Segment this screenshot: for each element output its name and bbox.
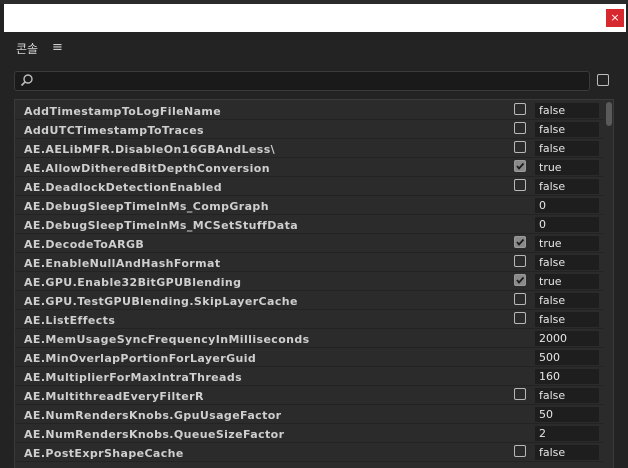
setting-name: AE.MemUsageSyncFrequencyInMilliseconds: [24, 333, 310, 346]
hamburger-menu-icon[interactable]: ≡: [52, 40, 63, 55]
checkmark-icon: [516, 238, 525, 246]
setting-value-field[interactable]: 0: [535, 217, 599, 232]
setting-checkbox[interactable]: [514, 103, 526, 115]
setting-name: AE.DebugSleepTimeInMs_CompGraph: [24, 200, 269, 213]
setting-value-field[interactable]: 0: [535, 198, 599, 213]
setting-name: AE.ListEffects: [24, 314, 116, 327]
setting-name: AE.AllowDitheredBitDepthConversion: [24, 162, 270, 175]
setting-checkbox[interactable]: [514, 160, 526, 172]
setting-row[interactable]: AE.NumRendersKnobs.GpuUsageFactor 50: [15, 405, 603, 424]
setting-value-field[interactable]: true: [535, 236, 599, 251]
panel-title: 콘솔: [16, 42, 39, 56]
setting-name: AE.EnableNullAndHashFormat: [24, 257, 221, 270]
setting-row[interactable]: AE.MultithreadEveryFilterR false: [15, 386, 603, 405]
title-bar: [4, 4, 626, 32]
setting-name: AE.PostExprShapeCache: [24, 447, 184, 460]
setting-name: AE.MultiplierForMaxIntraThreads: [24, 371, 243, 384]
setting-value-field[interactable]: 160: [535, 369, 599, 384]
setting-name: AE.DebugSleepTimeInMs_MCSetStuffData: [24, 219, 299, 232]
setting-row[interactable]: AE.DebugSleepTimeInMs_CompGraph 0: [15, 196, 603, 215]
setting-value-field[interactable]: false: [535, 103, 599, 118]
setting-value-field[interactable]: true: [535, 160, 599, 175]
setting-row[interactable]: AE.NumRendersKnobs.QueueSizeFactor 2: [15, 424, 603, 443]
setting-row[interactable]: AE.MemUsageSyncFrequencyInMilliseconds 20…: [15, 329, 603, 348]
setting-row[interactable]: AE.GPU.TestGPUBlending.SkipLayerCache fal…: [15, 291, 603, 310]
search-input[interactable]: [14, 71, 590, 91]
setting-name: AE.DecodeToARGB: [24, 238, 145, 251]
setting-name: AE.NumRendersKnobs.QueueSizeFactor: [24, 428, 285, 441]
setting-checkbox[interactable]: [514, 122, 526, 134]
setting-name: AE.GPU.TestGPUBlending.SkipLayerCache: [24, 295, 298, 308]
setting-row[interactable]: AddUTCTimestampToTraces false: [15, 120, 603, 139]
search-icon: [20, 74, 33, 87]
close-button[interactable]: ×: [606, 9, 624, 27]
setting-row[interactable]: AE.DeadlockDetectionEnabled false: [15, 177, 603, 196]
setting-checkbox[interactable]: [514, 274, 526, 286]
setting-name: AddUTCTimestampToTraces: [24, 124, 205, 137]
setting-value-field[interactable]: 2000: [535, 331, 599, 346]
scrollbar[interactable]: [604, 100, 613, 468]
setting-name: AE.NumRendersKnobs.GpuUsageFactor: [24, 409, 282, 422]
setting-name: AddTimestampToLogFileName: [24, 105, 222, 118]
setting-value-field[interactable]: false: [535, 255, 599, 270]
setting-value-field[interactable]: false: [535, 445, 599, 460]
setting-value-field[interactable]: false: [535, 312, 599, 327]
filter-checkbox[interactable]: [597, 74, 609, 86]
setting-row[interactable]: AE.EnableNullAndHashFormat false: [15, 253, 603, 272]
setting-value-field[interactable]: true: [535, 274, 599, 289]
setting-value-field[interactable]: false: [535, 179, 599, 194]
setting-row[interactable]: AE.MultiplierForMaxIntraThreads 160: [15, 367, 603, 386]
setting-name: AE.GPU.Enable32BitGPUBlending: [24, 276, 242, 289]
setting-value-field[interactable]: 2: [535, 426, 599, 441]
setting-row[interactable]: AE.ListEffects false: [15, 310, 603, 329]
setting-checkbox[interactable]: [514, 179, 526, 191]
setting-name: AE.MinOverlapPortionForLayerGuid: [24, 352, 257, 365]
setting-checkbox[interactable]: [514, 312, 526, 324]
setting-checkbox[interactable]: [514, 255, 526, 267]
setting-checkbox[interactable]: [514, 388, 526, 400]
setting-row[interactable]: AE.AELibMFR.DisableOn16GBAndLess\ false: [15, 139, 603, 158]
setting-row[interactable]: AE.MinOverlapPortionForLayerGuid 500: [15, 348, 603, 367]
setting-row[interactable]: AE.DebugSleepTimeInMs_MCSetStuffData 0: [15, 215, 603, 234]
setting-name: AE.DeadlockDetectionEnabled: [24, 181, 223, 194]
setting-value-field[interactable]: false: [535, 293, 599, 308]
scrollbar-thumb[interactable]: [606, 102, 612, 126]
setting-value-field[interactable]: 500: [535, 350, 599, 365]
setting-value-field[interactable]: false: [535, 141, 599, 156]
setting-row[interactable]: AE.PostExprShapeCache false: [15, 443, 603, 462]
checkmark-icon: [516, 276, 525, 284]
panel-header: 콘솔 ≡: [4, 32, 626, 62]
setting-checkbox[interactable]: [514, 293, 526, 305]
setting-row[interactable]: AE.DecodeToARGB true: [15, 234, 603, 253]
setting-name: AE.MultithreadEveryFilterR: [24, 390, 204, 403]
setting-value-field[interactable]: false: [535, 122, 599, 137]
checkmark-icon: [516, 162, 525, 170]
setting-value-field[interactable]: 50: [535, 407, 599, 422]
setting-checkbox[interactable]: [514, 445, 526, 457]
setting-name: AE.AELibMFR.DisableOn16GBAndLess\: [24, 143, 276, 156]
setting-checkbox[interactable]: [514, 141, 526, 153]
console-window: × 콘솔 ≡ AddTimestampToLogFileName false Add…: [0, 0, 628, 468]
setting-checkbox[interactable]: [514, 236, 526, 248]
setting-row[interactable]: AddTimestampToLogFileName false: [15, 101, 603, 120]
settings-list: AddTimestampToLogFileName false AddUTCTime…: [14, 99, 614, 468]
setting-row[interactable]: AE.GPU.Enable32BitGPUBlending true: [15, 272, 603, 291]
setting-row[interactable]: AE.AllowDitheredBitDepthConversion true: [15, 158, 603, 177]
setting-value-field[interactable]: false: [535, 388, 599, 403]
